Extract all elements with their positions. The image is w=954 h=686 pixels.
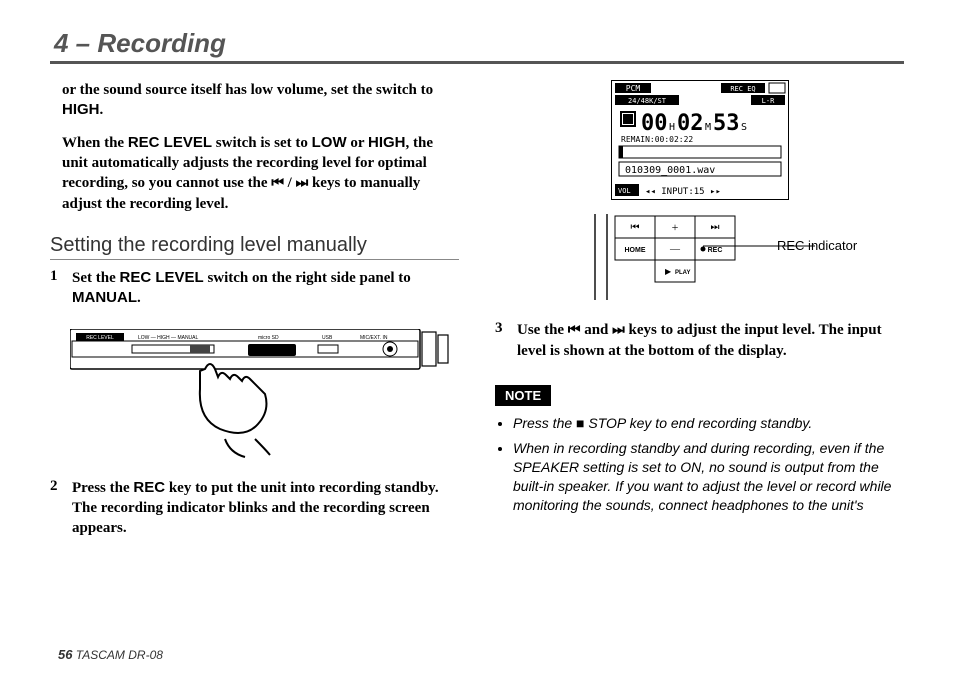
step-3: 3 Use the ⏮ and ⏭ keys to adjust the inp…	[495, 320, 904, 361]
product-name: TASCAM DR-08	[72, 648, 162, 662]
svg-text:010309_0001.wav: 010309_0001.wav	[625, 165, 715, 176]
svg-text:H: H	[669, 122, 675, 133]
para-rec-level: When the REC LEVEL switch is set to LOW …	[62, 133, 459, 215]
label-high: HIGH	[62, 101, 100, 118]
button-pad-row: ⏮ + ⏭ HOME — REC ▶ PLAY	[495, 214, 904, 300]
svg-text:24/48K/ST: 24/48K/ST	[628, 97, 667, 105]
text: or	[347, 135, 368, 151]
text: or the sound source itself has low volum…	[62, 82, 433, 98]
manual-page: 4 – Recording or the sound source itself…	[0, 0, 954, 568]
text: When the	[62, 135, 128, 151]
svg-text:53: 53	[713, 111, 740, 136]
rec-indicator-label: REC indicator	[777, 238, 857, 253]
rewind-icon: ⏮	[568, 322, 581, 341]
label-low: LOW	[312, 134, 347, 151]
fastforward-icon: ⏭	[296, 175, 309, 194]
page-footer: 56 TASCAM DR-08	[58, 647, 163, 662]
svg-text:VOL: VOL	[618, 187, 631, 195]
svg-text:S: S	[741, 122, 747, 133]
step-text: Set the REC LEVEL switch on the right si…	[72, 268, 459, 309]
text: .	[137, 290, 141, 306]
text: Press the	[513, 415, 576, 431]
svg-text:⏮: ⏮	[630, 222, 639, 233]
note-item: Press the ■ STOP key to end recording st…	[513, 414, 904, 433]
step-2: 2 Press the REC key to put the unit into…	[50, 478, 459, 539]
page-number: 56	[58, 647, 72, 662]
rewind-icon: ⏮	[271, 175, 284, 194]
svg-text:⏭: ⏭	[710, 222, 719, 233]
svg-text:USB: USB	[322, 335, 333, 341]
lcd-display-illustration: PCM REC EQ 24/48K/ST L-R 00 H 02 M 53 S …	[611, 80, 789, 200]
device-side-illustration: REC LEVEL LOW — HIGH — MANUAL micro SD U…	[70, 329, 450, 459]
button-pad-illustration: ⏮ + ⏭ HOME — REC ▶ PLAY	[585, 214, 815, 300]
svg-text:+: +	[671, 220, 678, 234]
svg-text:L-R: L-R	[761, 97, 774, 105]
para-low-volume: or the sound source itself has low volum…	[62, 80, 459, 121]
fastforward-icon: ⏭	[612, 322, 625, 341]
step-number: 3	[495, 320, 509, 361]
svg-text:REMAIN:00:02:22: REMAIN:00:02:22	[621, 135, 693, 144]
left-column: or the sound source itself has low volum…	[50, 80, 459, 548]
svg-text:PCM: PCM	[625, 84, 640, 93]
header-bar: 4 – Recording	[50, 28, 904, 64]
svg-text:LOW — HIGH — MANUAL: LOW — HIGH — MANUAL	[138, 335, 199, 341]
svg-text:00: 00	[641, 111, 668, 136]
step-text: Use the ⏮ and ⏭ keys to adjust the input…	[517, 320, 904, 361]
text: Set the	[72, 270, 120, 286]
text: switch is set to	[212, 135, 312, 151]
svg-text:PLAY: PLAY	[675, 270, 690, 276]
label-rec-level: REC LEVEL	[128, 134, 212, 151]
step-text: Press the REC key to put the unit into r…	[72, 478, 459, 539]
label-manual: MANUAL	[72, 289, 137, 306]
svg-text:▶: ▶	[665, 267, 672, 276]
svg-text:REC EQ: REC EQ	[730, 85, 755, 93]
label-high: HIGH	[368, 134, 406, 151]
svg-text:02: 02	[677, 111, 704, 136]
svg-text:micro SD: micro SD	[258, 335, 279, 341]
text: .	[100, 102, 104, 118]
svg-text:MIC/EXT. IN: MIC/EXT. IN	[360, 335, 388, 341]
step-number: 2	[50, 478, 64, 539]
text: and	[580, 322, 612, 338]
svg-text:REC: REC	[707, 247, 722, 254]
svg-text:M: M	[705, 122, 711, 133]
svg-text:—: —	[669, 244, 681, 255]
label-rec-level: REC LEVEL	[86, 335, 114, 341]
stop-icon: ■	[576, 415, 584, 431]
subheading-manual-level: Setting the recording level manually	[50, 234, 459, 260]
step-number: 1	[50, 268, 64, 309]
text: switch on the right side panel to	[204, 270, 411, 286]
hand-pointer-icon	[200, 364, 270, 457]
chapter-title: 4 – Recording	[54, 28, 226, 58]
step-1: 1 Set the REC LEVEL switch on the right …	[50, 268, 459, 309]
text: Press the	[72, 480, 133, 496]
text: STOP key to end recording standby.	[585, 415, 813, 431]
label-rec-level: REC LEVEL	[120, 269, 204, 286]
note-label: NOTE	[495, 385, 551, 406]
label-rec: REC	[133, 479, 165, 496]
text: Use the	[517, 322, 568, 338]
note-list: Press the ■ STOP key to end recording st…	[495, 414, 904, 514]
svg-text:◂◂ INPUT:15 ▸▸: ◂◂ INPUT:15 ▸▸	[645, 187, 721, 197]
svg-text:HOME: HOME	[624, 247, 645, 254]
right-column: PCM REC EQ 24/48K/ST L-R 00 H 02 M 53 S …	[495, 80, 904, 548]
note-item: When in recording standby and during rec…	[513, 439, 904, 515]
two-column-layout: or the sound source itself has low volum…	[50, 80, 904, 548]
